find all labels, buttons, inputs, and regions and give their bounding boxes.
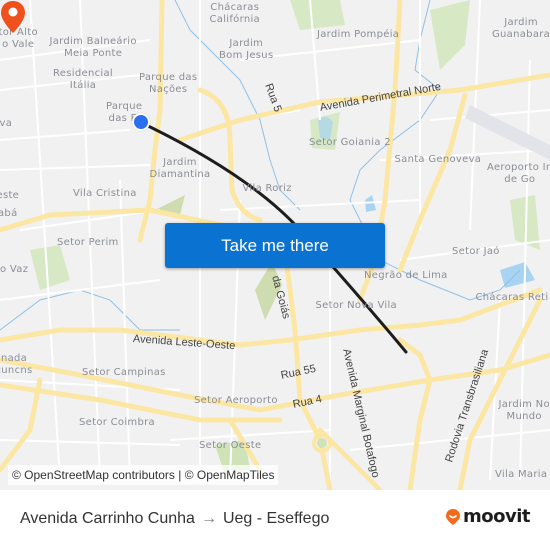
destination-pin-icon[interactable] [0, 0, 26, 34]
origin-marker[interactable] [132, 113, 150, 131]
neighborhood-label: va [0, 118, 13, 129]
neighborhood-label: Parque das Nações [139, 72, 198, 95]
neighborhood-label: Setor Oeste [199, 440, 262, 451]
neighborhood-label: Vila Cristina [73, 188, 137, 199]
park-area [290, 0, 345, 30]
park-area [30, 245, 70, 290]
neighborhood-label: Negrão de Lima [364, 270, 448, 281]
map-canvas[interactable]: Chácaras Califórnia tor Alto o Vale Jardim B… [0, 0, 550, 490]
roundabout-park [317, 438, 327, 448]
neighborhood-label: Setor Coimbra [79, 417, 155, 428]
neighborhood-label: Jardim Pompéia [317, 29, 400, 40]
neighborhood-label: Chácaras Califórnia [209, 2, 260, 25]
moovit-logo[interactable]: moovit [445, 506, 531, 527]
brand-name: moovit [463, 506, 531, 527]
footer-bar: Avenida Carrinho Cunha → Ueg - Eseffego … [0, 490, 550, 550]
moovit-pin-icon [446, 508, 460, 525]
neighborhood-label: abá [0, 208, 18, 219]
neighborhood-label: Santa Genoveva [394, 154, 482, 165]
take-me-there-button[interactable]: Take me there [165, 223, 385, 268]
origin-name: Avenida Carrinho Cunha [20, 510, 195, 527]
route-summary: Avenida Carrinho Cunha → Ueg - Eseffego [20, 510, 329, 528]
park-area [430, 0, 470, 70]
neighborhood-label: Setor Perim [57, 237, 119, 248]
map-attribution[interactable]: © OpenStreetMap contributors | © OpenMap… [8, 465, 279, 485]
neighborhood-label: Setor Campinas [82, 367, 166, 378]
neighborhood-label: o Vaz [0, 264, 29, 275]
neighborhood-label: Vila Maria [495, 469, 548, 480]
neighborhood-label: Jardim Guanabara [492, 17, 550, 40]
destination-name: Ueg - Eseffego [222, 510, 330, 527]
neighborhood-label: nadacuncns [0, 353, 33, 376]
neighborhood-label: Jardim Bom Jesus [219, 38, 274, 61]
neighborhood-label: Chácaras Reti [475, 292, 549, 303]
neighborhood-label: Jardim Diamantina [149, 157, 211, 180]
neighborhood-label: Setor Goiania 2 [309, 137, 391, 148]
neighborhood-label: Setor Nova Vila [315, 300, 397, 311]
neighborhood-label: Jardim Balneário Meia Ponte [49, 36, 137, 59]
neighborhood-label: Setor Jaó [452, 246, 500, 257]
neighborhood-label: Jardim No Mundo [498, 399, 550, 422]
neighborhood-label: Vila Roriz [242, 183, 292, 194]
neighborhood-label: Setor Aeroporto [194, 395, 278, 406]
neighborhood-label: Residencial Itália [53, 68, 113, 91]
neighborhood-label: Aeroporto In de Go [487, 162, 550, 185]
arrow-right-icon: → [200, 510, 217, 527]
neighborhood-label: este [0, 190, 20, 201]
